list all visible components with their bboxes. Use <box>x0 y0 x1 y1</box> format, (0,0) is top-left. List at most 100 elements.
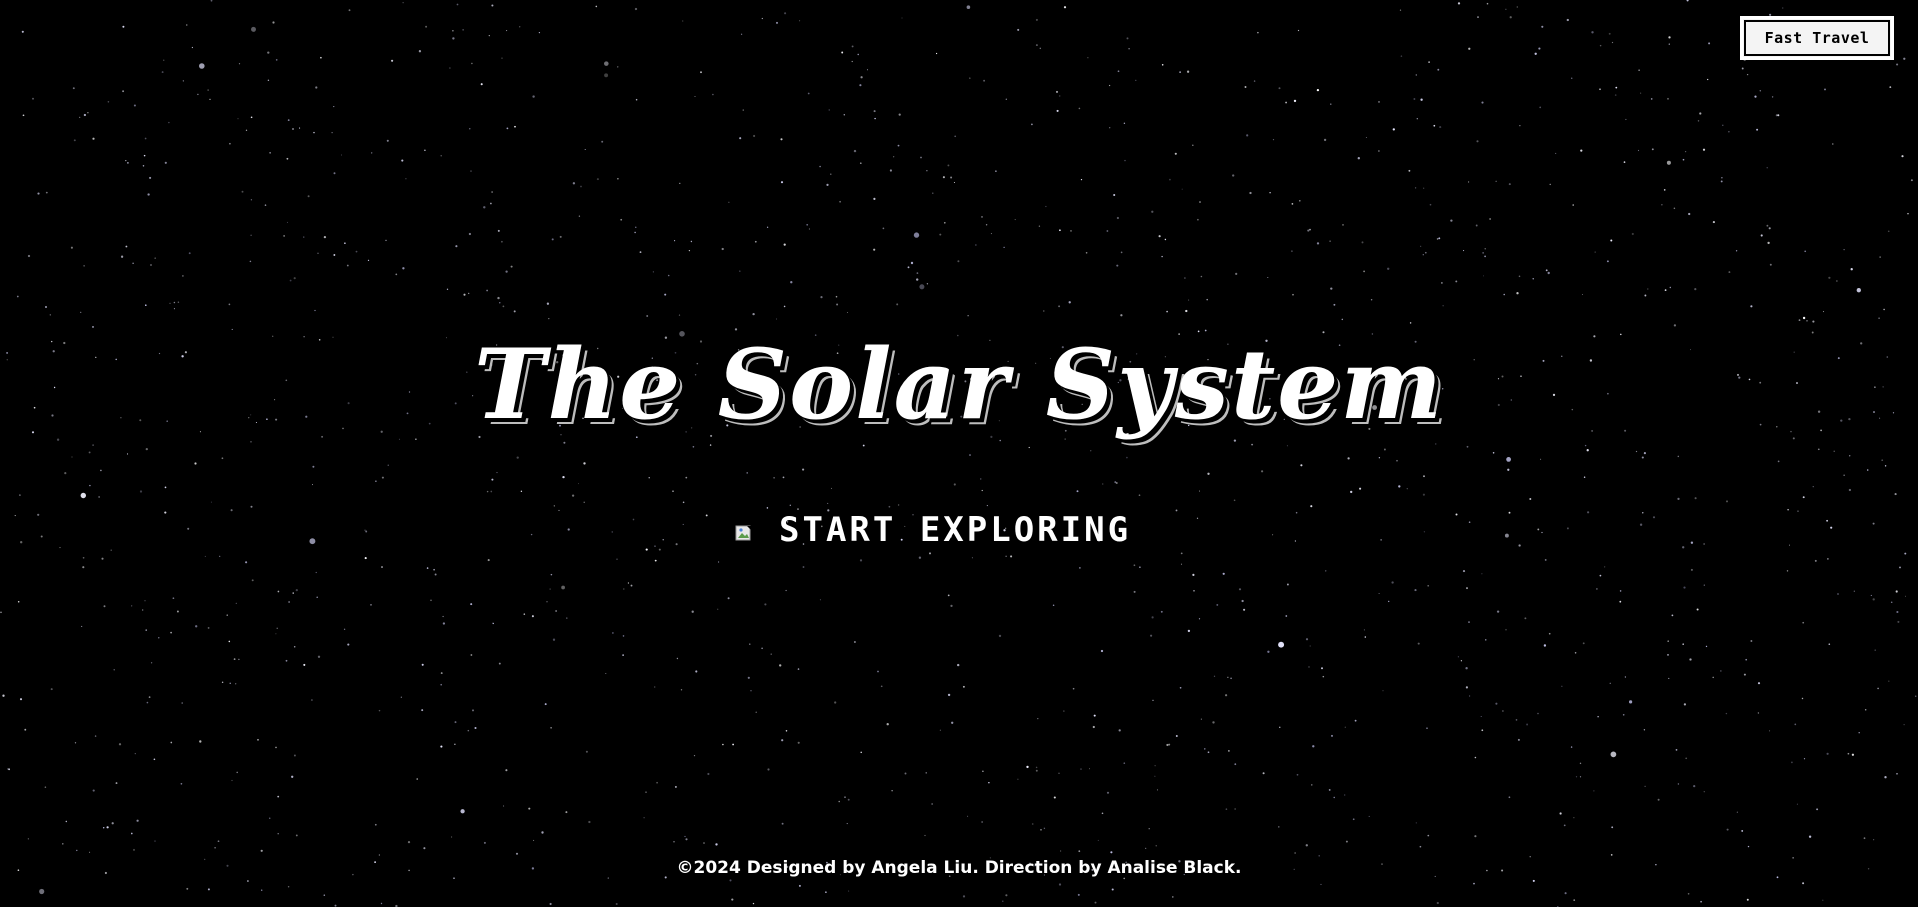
star <box>170 741 173 744</box>
star <box>1059 229 1061 232</box>
star <box>40 535 43 538</box>
star <box>1864 708 1867 711</box>
star <box>519 26 521 28</box>
star <box>790 281 793 284</box>
star <box>316 596 318 599</box>
star <box>1628 700 1633 704</box>
star <box>932 192 934 194</box>
star <box>1234 808 1236 810</box>
star <box>1457 2 1461 5</box>
star <box>1408 169 1411 172</box>
star <box>1164 238 1167 241</box>
star <box>1463 250 1465 252</box>
star <box>969 454 971 456</box>
star <box>1460 660 1463 662</box>
star <box>1388 600 1390 603</box>
star <box>882 227 885 230</box>
star <box>703 842 705 844</box>
star <box>1370 299 1373 301</box>
star <box>483 841 486 844</box>
star <box>98 496 100 498</box>
star <box>571 494 575 497</box>
star <box>245 129 248 131</box>
star <box>1017 28 1020 31</box>
star <box>1582 642 1585 645</box>
star <box>1429 203 1432 206</box>
star <box>275 633 277 635</box>
star <box>245 561 248 564</box>
star <box>835 295 838 298</box>
star <box>1438 237 1441 240</box>
star <box>1423 187 1425 189</box>
star <box>583 501 585 503</box>
star <box>344 242 346 245</box>
star <box>145 447 148 451</box>
star <box>236 771 238 774</box>
star <box>1518 275 1521 278</box>
star <box>1667 654 1669 656</box>
star <box>1545 269 1548 272</box>
star <box>643 817 645 819</box>
star <box>1689 658 1692 661</box>
star <box>188 252 191 255</box>
star <box>674 785 677 788</box>
star <box>1180 563 1183 565</box>
star <box>288 601 290 603</box>
star <box>1232 174 1235 177</box>
star <box>1316 242 1320 245</box>
star <box>781 739 784 742</box>
star <box>622 654 624 656</box>
star <box>874 117 876 120</box>
star <box>267 79 270 82</box>
star <box>470 603 473 606</box>
star <box>204 555 206 557</box>
star <box>1278 87 1281 90</box>
star <box>1668 677 1670 679</box>
star <box>92 325 94 328</box>
star <box>92 789 95 792</box>
start-exploring-link[interactable]: START EXPLORING <box>735 510 1131 550</box>
star <box>728 201 730 203</box>
star <box>27 838 29 840</box>
star <box>819 599 821 601</box>
fast-travel-button[interactable]: Fast Travel <box>1740 16 1894 60</box>
star <box>1644 294 1647 297</box>
star <box>1643 729 1646 731</box>
star <box>1608 32 1611 35</box>
star <box>1158 235 1161 238</box>
star <box>199 740 202 743</box>
star <box>1517 738 1520 741</box>
star <box>747 676 750 679</box>
star <box>1836 592 1840 596</box>
star <box>1575 776 1578 778</box>
star <box>1561 685 1563 687</box>
star <box>378 709 381 712</box>
star <box>1329 240 1331 242</box>
star <box>939 729 942 731</box>
star <box>122 25 125 28</box>
star <box>1005 555 1007 557</box>
star <box>1309 228 1311 231</box>
star <box>857 53 859 56</box>
star <box>718 561 720 563</box>
star <box>333 172 336 175</box>
star <box>1294 852 1296 854</box>
star <box>64 472 67 475</box>
star <box>1420 245 1422 247</box>
star <box>194 462 197 465</box>
star <box>1814 559 1817 562</box>
star <box>442 622 446 625</box>
star <box>1031 123 1033 126</box>
star <box>88 451 91 454</box>
star <box>424 149 426 151</box>
star <box>1192 573 1195 577</box>
star <box>1316 88 1320 92</box>
star <box>1725 712 1728 715</box>
star <box>784 12 787 15</box>
star <box>919 284 925 290</box>
star <box>125 245 128 248</box>
star <box>1599 574 1602 577</box>
star <box>1123 122 1126 125</box>
star <box>1114 481 1117 484</box>
star <box>451 836 453 838</box>
